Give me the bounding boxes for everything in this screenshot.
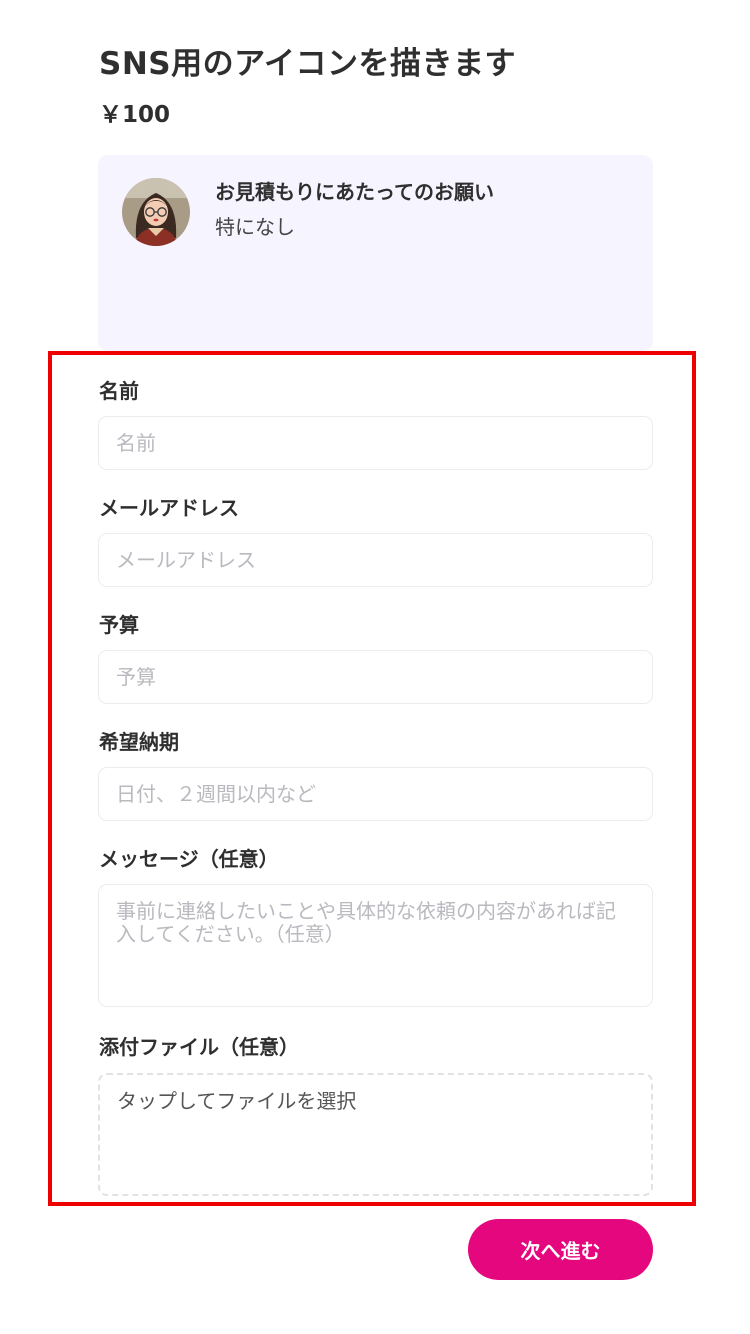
file-upload-area[interactable]: タップしてファイルを選択 [98,1073,653,1196]
budget-input[interactable] [98,650,653,704]
price-label: ￥100 [99,102,171,128]
request-card: お見積もりにあたってのお願い 特になし [98,155,653,351]
name-input[interactable] [98,416,653,470]
next-button[interactable]: 次へ進む [468,1219,653,1280]
attachment-label: 添付ファイル（任意） [99,1035,299,1059]
message-label: メッセージ（任意） [99,847,279,871]
seller-avatar [122,178,190,246]
file-upload-prompt: タップしてファイルを選択 [117,1089,357,1113]
budget-label: 予算 [99,613,139,637]
name-label: 名前 [99,379,139,403]
page-title: SNS用のアイコンを描きます [99,46,517,82]
request-body: 特になし [215,215,295,239]
deadline-input[interactable] [98,767,653,821]
deadline-label: 希望納期 [99,730,179,754]
email-input[interactable] [98,533,653,587]
email-label: メールアドレス [99,496,239,520]
message-textarea[interactable] [98,884,653,1007]
request-title: お見積もりにあたってのお願い [215,180,494,204]
